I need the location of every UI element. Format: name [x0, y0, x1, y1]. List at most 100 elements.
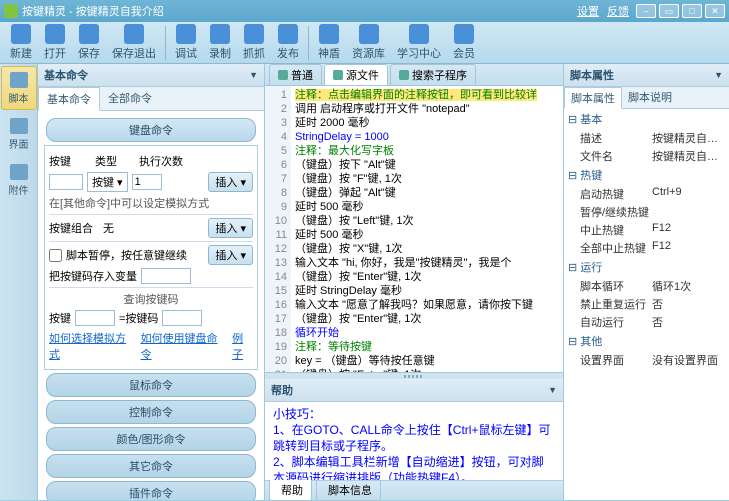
- nav-interface[interactable]: 界面: [1, 112, 37, 156]
- toolbar-label: 录制: [209, 45, 231, 61]
- member-button[interactable]: 会员: [447, 22, 481, 63]
- code-line: （键盘）按 "F"键, 1次: [295, 173, 402, 185]
- open-icon: [45, 24, 65, 44]
- editor-tab-1[interactable]: 源文件: [324, 64, 388, 85]
- prop-row[interactable]: 禁止重复运行否: [564, 295, 729, 313]
- code-line: （键盘）弹起 "Alt"键: [295, 187, 396, 199]
- help-dropdown-icon[interactable]: ▼: [548, 385, 557, 395]
- prop-row[interactable]: 自动运行否: [564, 313, 729, 331]
- toolbar-label: 保存退出: [112, 45, 156, 61]
- close-button[interactable]: ✕: [705, 4, 725, 18]
- help-panel: 帮助 ▼ 小技巧： 1、在GOTO、CALL命令上按住【Ctrl+鼠标左键】可跳…: [265, 372, 563, 500]
- prop-row[interactable]: 全部中止热键F12: [564, 239, 729, 257]
- accordion-3[interactable]: 其它命令: [46, 454, 256, 478]
- key-input[interactable]: [49, 174, 83, 190]
- props-body: 基本描述按键精灵自我…文件名按键精灵自我…热键启动热键Ctrl+9暂停/继续热键…: [564, 109, 729, 500]
- prop-group[interactable]: 运行: [564, 257, 729, 277]
- code-line: （键盘）按下 "Alt"键: [295, 159, 396, 171]
- lookup-key-input[interactable]: [75, 310, 115, 326]
- code-line: key = （键盘）等待按任意键: [295, 355, 435, 367]
- saveexit-button[interactable]: 保存退出: [106, 22, 162, 63]
- open-button[interactable]: 打开: [38, 22, 72, 63]
- nav-script[interactable]: 脚本: [1, 66, 37, 110]
- tab-script-desc[interactable]: 脚本说明: [622, 87, 678, 108]
- learn-button[interactable]: 学习中心: [391, 22, 447, 63]
- debug-button[interactable]: 调试: [169, 22, 203, 63]
- count-col-label: 执行次数: [139, 153, 183, 169]
- tab-icon: [278, 70, 288, 80]
- var-input[interactable]: [141, 268, 191, 284]
- publish-icon: [278, 24, 298, 44]
- editor-tab-2[interactable]: 搜索子程序: [390, 64, 476, 85]
- toolbar-label: 保存: [78, 45, 100, 61]
- record-button[interactable]: 录制: [203, 22, 237, 63]
- pause-label: 脚本暂停，按任意键继续: [66, 247, 187, 263]
- tab-basic-commands[interactable]: 基本命令: [38, 87, 100, 111]
- prop-group[interactable]: 其他: [564, 331, 729, 351]
- tab-icon: [333, 70, 343, 80]
- count-input[interactable]: [132, 174, 162, 190]
- prop-group[interactable]: 基本: [564, 109, 729, 129]
- save-button[interactable]: 保存: [72, 22, 106, 63]
- capture-icon: [244, 24, 264, 44]
- code-editor[interactable]: 123456789101112131415161718192021 注释：点击编…: [265, 86, 563, 372]
- toolbar-label: 发布: [277, 45, 299, 61]
- minimize-button[interactable]: –: [636, 4, 656, 18]
- help-body: 小技巧： 1、在GOTO、CALL命令上按住【Ctrl+鼠标左键】可跳转到目标或…: [265, 402, 563, 480]
- code-body[interactable]: 注释：点击编辑界面的注释按钮，即可看到比较详调用 启动程序或打开文件 "note…: [291, 86, 563, 372]
- maximize-button[interactable]: □: [682, 4, 702, 18]
- insert-button-3[interactable]: 插入 ▾: [208, 245, 253, 265]
- prop-row[interactable]: 设置界面没有设置界面: [564, 351, 729, 369]
- keyboard-commands-box: 按键 类型 执行次数 按键 ▾ 插入 ▾ 在[其他命令]中可以设定模拟方式 按键…: [44, 145, 258, 370]
- insert-button-2[interactable]: 插入 ▾: [208, 218, 253, 238]
- settings-link[interactable]: 设置: [577, 3, 599, 19]
- prop-row[interactable]: 脚本循环循环1次: [564, 277, 729, 295]
- main-toolbar: 新建打开保存保存退出 调试录制抓抓发布神盾资源库学习中心会员: [0, 22, 729, 64]
- accordion-1[interactable]: 控制命令: [46, 400, 256, 424]
- pause-checkbox[interactable]: [49, 249, 62, 262]
- keyboard-commands-header[interactable]: 键盘命令: [46, 118, 256, 142]
- help-header: 帮助 ▼: [265, 379, 563, 402]
- accordion-2[interactable]: 颜色/图形命令: [46, 427, 256, 451]
- link-example[interactable]: 例子: [232, 330, 253, 362]
- code-line: （键盘）按 "Enter"键, 1次: [295, 271, 421, 283]
- insert-button-1[interactable]: 插入 ▾: [208, 172, 253, 192]
- code-line: （键盘）按 "Enter"键, 1次: [295, 313, 421, 325]
- feedback-link[interactable]: 反馈: [607, 3, 629, 19]
- tab-script-props[interactable]: 脚本属性: [564, 87, 622, 109]
- prop-group[interactable]: 热键: [564, 165, 729, 185]
- tab-all-commands[interactable]: 全部命令: [100, 87, 160, 110]
- accordion-0[interactable]: 鼠标命令: [46, 373, 256, 397]
- restore-button[interactable]: ▭: [659, 4, 679, 18]
- toolbar-label: 学习中心: [397, 45, 441, 61]
- new-button[interactable]: 新建: [4, 22, 38, 63]
- attach-icon: [10, 164, 28, 180]
- code-line: 延时 500 毫秒: [295, 229, 363, 241]
- capture-button[interactable]: 抓抓: [237, 22, 271, 63]
- titlebar: 按键精灵 - 按键精灵自我介绍 设置 反馈 – ▭ □ ✕: [0, 0, 729, 22]
- accordion-4[interactable]: 插件命令: [46, 481, 256, 500]
- props-header: 脚本属性 ▼: [564, 64, 729, 87]
- tab-script-info[interactable]: 脚本信息: [316, 480, 381, 501]
- code-line: 输入文本 "hi, 你好，我是"按键精灵"，我是个: [295, 257, 511, 269]
- toolbar-label: 调试: [175, 45, 197, 61]
- props-dropdown-icon[interactable]: ▼: [714, 70, 723, 80]
- link-kb-cmd[interactable]: 如何使用键盘命令: [141, 330, 225, 362]
- type-select[interactable]: 按键 ▾: [87, 172, 128, 192]
- prop-row[interactable]: 暂停/继续热键: [564, 203, 729, 221]
- prop-row[interactable]: 描述按键精灵自我…: [564, 129, 729, 147]
- prop-row[interactable]: 文件名按键精灵自我…: [564, 147, 729, 165]
- publish-button[interactable]: 发布: [271, 22, 305, 63]
- panel-dropdown-icon[interactable]: ▼: [249, 70, 258, 80]
- link-sim-mode[interactable]: 如何选择模拟方式: [49, 330, 133, 362]
- help-tabs: 帮助 脚本信息: [265, 480, 563, 500]
- tip-1: 1、在GOTO、CALL命令上按住【Ctrl+鼠标左键】可跳转到目标或子程序。: [273, 422, 555, 454]
- nav-attach[interactable]: 附件: [1, 158, 37, 202]
- lookup-code-input[interactable]: [162, 310, 202, 326]
- prop-row[interactable]: 中止热键F12: [564, 221, 729, 239]
- tab-help[interactable]: 帮助: [269, 480, 312, 501]
- shield-button[interactable]: 神盾: [312, 22, 346, 63]
- prop-row[interactable]: 启动热键Ctrl+9: [564, 185, 729, 203]
- reslib-button[interactable]: 资源库: [346, 22, 391, 63]
- editor-tab-0[interactable]: 普通: [269, 64, 322, 85]
